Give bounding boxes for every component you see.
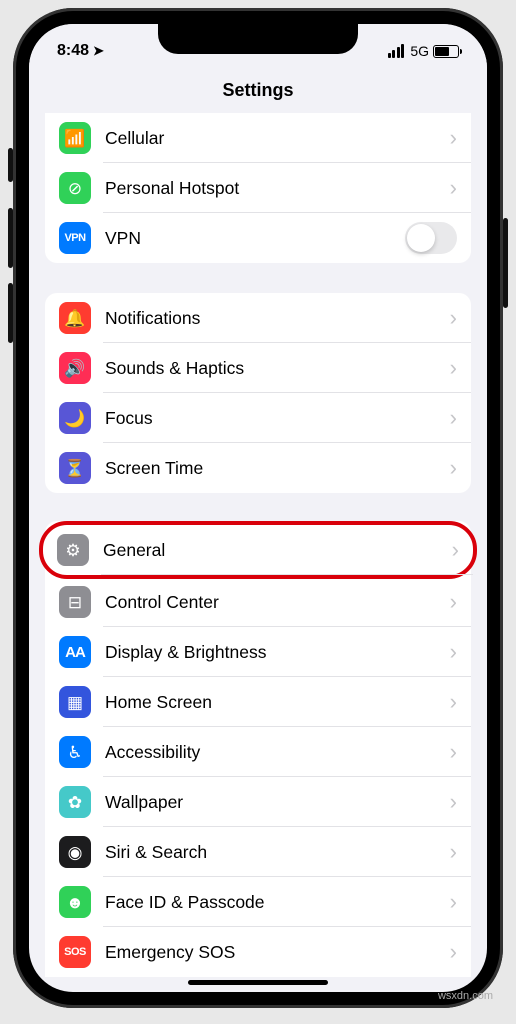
row-label: Accessibility [105, 742, 450, 763]
status-left: 8:48 ➤ [57, 42, 104, 60]
row-label: Focus [105, 408, 450, 429]
row-label: Face ID & Passcode [105, 892, 450, 913]
chevron-right-icon: › [450, 125, 457, 151]
power-button [503, 218, 508, 308]
location-icon: ➤ [93, 43, 104, 59]
status-right: 5G [388, 43, 459, 59]
chevron-right-icon: › [450, 739, 457, 765]
row-sounds-haptics[interactable]: 🔊 Sounds & Haptics› [45, 343, 471, 393]
volume-down-button [8, 283, 13, 343]
switches-icon: ⊟ [59, 586, 91, 618]
chevron-right-icon: › [450, 305, 457, 331]
hourglass-icon: ⏳ [59, 452, 91, 484]
row-label: Home Screen [105, 692, 450, 713]
row-screen-time[interactable]: ⏳ Screen Time› [45, 443, 471, 493]
chevron-right-icon: › [450, 789, 457, 815]
row-vpn[interactable]: VPN VPN [45, 213, 471, 263]
row-emergency-sos[interactable]: SOS Emergency SOS› [45, 927, 471, 977]
row-label: Siri & Search [105, 842, 450, 863]
row-focus[interactable]: 🌙 Focus› [45, 393, 471, 443]
chevron-right-icon: › [450, 689, 457, 715]
notch [158, 24, 358, 54]
status-time: 8:48 [57, 42, 89, 60]
screen: 8:48 ➤ 5G Settings 📶Cellular›⊘Personal H… [29, 24, 487, 992]
row-label: General [103, 540, 452, 561]
chevron-right-icon: › [450, 355, 457, 381]
network-label: 5G [410, 43, 429, 59]
signal-icon [388, 44, 405, 58]
vpn-icon: VPN [59, 222, 91, 254]
watermark: wsxdn.com [438, 990, 493, 1002]
page-title: Settings [29, 70, 487, 113]
row-home-screen[interactable]: ▦ Home Screen› [45, 677, 471, 727]
row-control-center[interactable]: ⊟ Control Center› [45, 577, 471, 627]
phone-frame: 8:48 ➤ 5G Settings 📶Cellular›⊘Personal H… [13, 8, 503, 1008]
speaker-icon: 🔊 [59, 352, 91, 384]
settings-group-notifications: 🔔Notifications›🔊Sounds & Haptics›🌙Focus›… [45, 293, 471, 493]
chevron-right-icon: › [450, 639, 457, 665]
chevron-right-icon: › [450, 939, 457, 965]
bell-icon: 🔔 [59, 302, 91, 334]
antenna-icon: 📶 [59, 122, 91, 154]
row-label: Display & Brightness [105, 642, 450, 663]
row-display-brightness[interactable]: AA Display & Brightness› [45, 627, 471, 677]
text-size-icon: AA [59, 636, 91, 668]
row-siri-search[interactable]: ◉ Siri & Search› [45, 827, 471, 877]
battery-icon [433, 45, 459, 58]
grid-icon: ▦ [59, 686, 91, 718]
flower-icon: ✿ [59, 786, 91, 818]
row-label: Sounds & Haptics [105, 358, 450, 379]
row-notifications[interactable]: 🔔 Notifications› [45, 293, 471, 343]
settings-group-connectivity: 📶Cellular›⊘Personal Hotspot›VPNVPN [45, 113, 471, 263]
row-face-id-passcode[interactable]: ☻ Face ID & Passcode› [45, 877, 471, 927]
row-accessibility[interactable]: ♿︎ Accessibility› [45, 727, 471, 777]
settings-list[interactable]: 📶Cellular›⊘Personal Hotspot›VPNVPN🔔Notif… [29, 113, 487, 977]
row-label: Personal Hotspot [105, 178, 450, 199]
gear-icon: ⚙ [57, 534, 89, 566]
row-general[interactable]: ⚙ General› [39, 521, 477, 579]
row-cellular[interactable]: 📶 Cellular› [45, 113, 471, 163]
mute-switch [8, 148, 13, 182]
chevron-right-icon: › [450, 589, 457, 615]
chevron-right-icon: › [452, 537, 459, 563]
row-label: VPN [105, 228, 405, 249]
sos-icon: SOS [59, 936, 91, 968]
moon-icon: 🌙 [59, 402, 91, 434]
settings-group-general: ⚙General›⊟Control Center›AADisplay & Bri… [45, 521, 471, 977]
accessibility-icon: ♿︎ [59, 736, 91, 768]
faceid-icon: ☻ [59, 886, 91, 918]
home-indicator[interactable] [188, 980, 328, 985]
row-label: Cellular [105, 128, 450, 149]
row-personal-hotspot[interactable]: ⊘ Personal Hotspot› [45, 163, 471, 213]
row-label: Notifications [105, 308, 450, 329]
row-label: Emergency SOS [105, 942, 450, 963]
chevron-right-icon: › [450, 175, 457, 201]
chevron-right-icon: › [450, 455, 457, 481]
row-label: Screen Time [105, 458, 450, 479]
link-icon: ⊘ [59, 172, 91, 204]
chevron-right-icon: › [450, 839, 457, 865]
volume-up-button [8, 208, 13, 268]
chevron-right-icon: › [450, 405, 457, 431]
siri-icon: ◉ [59, 836, 91, 868]
row-label: Control Center [105, 592, 450, 613]
chevron-right-icon: › [450, 889, 457, 915]
row-wallpaper[interactable]: ✿ Wallpaper› [45, 777, 471, 827]
row-label: Wallpaper [105, 792, 450, 813]
toggle-vpn[interactable] [405, 222, 457, 254]
